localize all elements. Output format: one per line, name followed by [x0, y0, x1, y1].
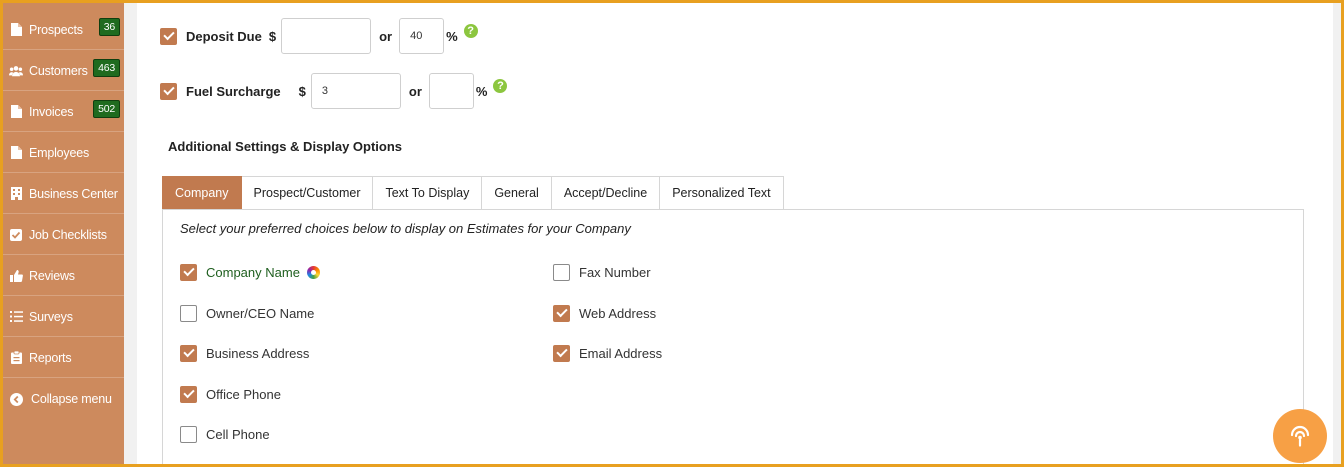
or-label: or [379, 28, 393, 44]
fuel-surcharge-checkbox[interactable] [160, 82, 177, 100]
option-email-address[interactable]: Email Address [553, 343, 662, 363]
clipboard-icon [9, 351, 23, 365]
option-owner-ceo-name[interactable]: Owner/CEO Name [180, 303, 314, 323]
checkbox-icon [9, 228, 23, 242]
sidebar-item-customers[interactable]: Customers 463 [3, 51, 124, 91]
sidebar: Prospects 36 Customers 463 Invoices 502 … [3, 3, 124, 464]
owner-ceo-name-checkbox[interactable] [180, 304, 197, 322]
deposit-due-row: Deposit Due $ or % ? [160, 18, 478, 54]
sidebar-item-label: Job Checklists [29, 227, 107, 242]
sidebar-item-prospects[interactable]: Prospects 36 [3, 10, 124, 50]
tab-personalized-text[interactable]: Personalized Text [660, 176, 784, 210]
tab-text-to-display[interactable]: Text To Display [373, 176, 483, 210]
sidebar-item-label: Customers [29, 63, 88, 78]
deposit-amount-input[interactable] [281, 18, 372, 54]
sidebar-item-reviews[interactable]: Reviews [3, 256, 124, 296]
deposit-percent-input[interactable] [399, 18, 445, 54]
business-address-checkbox[interactable] [180, 344, 197, 362]
count-badge: 502 [93, 100, 120, 118]
app-frame: Prospects 36 Customers 463 Invoices 502 … [3, 3, 1341, 464]
sidebar-item-label: Surveys [29, 309, 73, 324]
option-label: Owner/CEO Name [206, 305, 315, 321]
option-label: Business Address [206, 345, 310, 361]
fuel-amount-input[interactable] [310, 73, 401, 109]
sidebar-item-label: Employees [29, 145, 90, 160]
fuel-surcharge-label: Fuel Surcharge [186, 83, 281, 99]
color-wheel-icon[interactable] [306, 265, 320, 279]
deposit-due-checkbox[interactable] [160, 27, 177, 45]
building-icon [9, 187, 23, 201]
fuel-surcharge-row: Fuel Surcharge $ or % ? [160, 73, 508, 109]
list-icon [9, 310, 23, 324]
tab-company[interactable]: Company [162, 176, 242, 210]
sidebar-item-surveys[interactable]: Surveys [3, 297, 124, 337]
settings-tabs: Company Prospect/Customer Text To Displa… [162, 176, 784, 210]
help-icon[interactable]: ? [493, 79, 508, 93]
chevron-left-circle-icon [9, 392, 23, 406]
sidebar-item-reports[interactable]: Reports [3, 338, 124, 378]
help-icon[interactable]: ? [463, 24, 478, 38]
option-fax-number[interactable]: Fax Number [553, 262, 651, 282]
tab-prospect-customer[interactable]: Prospect/Customer [241, 176, 374, 210]
tab-general[interactable]: General [482, 176, 552, 210]
sidebar-item-label: Invoices [29, 104, 74, 119]
count-badge: 36 [98, 18, 120, 36]
count-badge: 463 [93, 59, 120, 77]
currency-symbol: $ [268, 28, 277, 44]
option-label: Email Address [579, 345, 663, 361]
option-web-address[interactable]: Web Address [553, 303, 656, 323]
option-label: Fax Number [579, 264, 651, 280]
sidebar-collapse-menu[interactable]: Collapse menu [3, 379, 124, 419]
fuel-percent-input[interactable] [428, 73, 474, 109]
thumbs-up-icon [9, 269, 23, 283]
or-label: or [408, 83, 422, 99]
sidebar-item-label: Collapse menu [31, 392, 112, 406]
tab-accept-decline[interactable]: Accept/Decline [551, 176, 661, 210]
sidebar-item-label: Reports [29, 350, 72, 365]
sidebar-item-employees[interactable]: Employees [3, 133, 124, 173]
percent-sign: % [446, 28, 458, 44]
sidebar-item-job-checklists[interactable]: Job Checklists [3, 215, 124, 255]
sidebar-item-invoices[interactable]: Invoices 502 [3, 92, 124, 132]
option-office-phone[interactable]: Office Phone [180, 384, 281, 404]
currency-symbol: $ [298, 83, 306, 99]
panel-description: Select your preferred choices below to d… [180, 221, 631, 236]
chat-widget-button[interactable] [1273, 409, 1327, 463]
main-panel: Deposit Due $ or % ? Fuel Surcharge $ or… [137, 3, 1341, 464]
option-cell-phone[interactable]: Cell Phone [180, 424, 270, 444]
web-address-checkbox[interactable] [553, 304, 570, 322]
users-icon [9, 64, 23, 78]
cell-phone-checkbox[interactable] [180, 425, 197, 443]
sidebar-item-label: Reviews [29, 268, 75, 283]
sidebar-item-business-center[interactable]: Business Center [3, 174, 124, 214]
sidebar-item-label: Business Center [29, 186, 118, 201]
scrollbar[interactable] [1333, 3, 1341, 464]
file-icon [9, 146, 23, 160]
file-icon [9, 105, 23, 119]
option-company-name[interactable]: Company Name [180, 262, 320, 282]
section-title: Additional Settings & Display Options [168, 139, 403, 154]
company-name-checkbox[interactable] [180, 263, 197, 281]
broadcast-icon [1290, 425, 1310, 447]
fax-number-checkbox[interactable] [553, 263, 570, 281]
deposit-due-label: Deposit Due [186, 28, 262, 44]
percent-sign: % [475, 83, 488, 99]
option-label: Cell Phone [206, 426, 270, 442]
email-address-checkbox[interactable] [553, 344, 570, 362]
option-label: Office Phone [206, 386, 281, 402]
file-icon [9, 23, 23, 37]
sidebar-item-label: Prospects [29, 22, 83, 37]
option-label: Web Address [579, 305, 657, 321]
company-tab-panel: Select your preferred choices below to d… [162, 209, 1304, 464]
option-label: Company Name [206, 264, 300, 280]
office-phone-checkbox[interactable] [180, 385, 197, 403]
option-business-address[interactable]: Business Address [180, 343, 309, 363]
